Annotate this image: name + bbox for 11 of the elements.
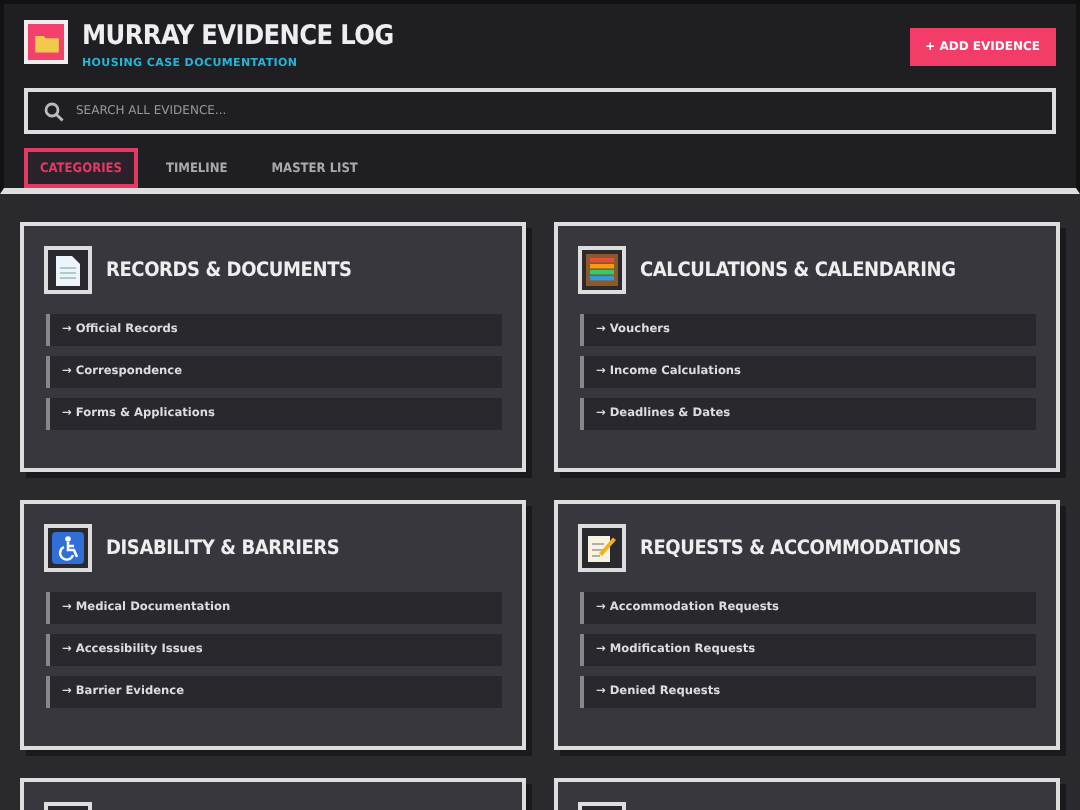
wheelchair-icon [44, 524, 92, 572]
search-icon [44, 102, 64, 122]
category-title: CALCULATIONS & CALENDARING [640, 259, 956, 281]
category-title: REQUESTS & ACCOMMODATIONS [640, 537, 962, 559]
app-title: MURRAY EVIDENCE LOG [82, 20, 396, 52]
memo-icon [578, 524, 626, 572]
abacus-icon [578, 246, 626, 294]
document-icon [44, 246, 92, 294]
category-title: DISABILITY & BARRIERS [106, 537, 340, 559]
category-title: RECORDS & DOCUMENTS [106, 259, 352, 281]
folder-icon [24, 20, 68, 64]
